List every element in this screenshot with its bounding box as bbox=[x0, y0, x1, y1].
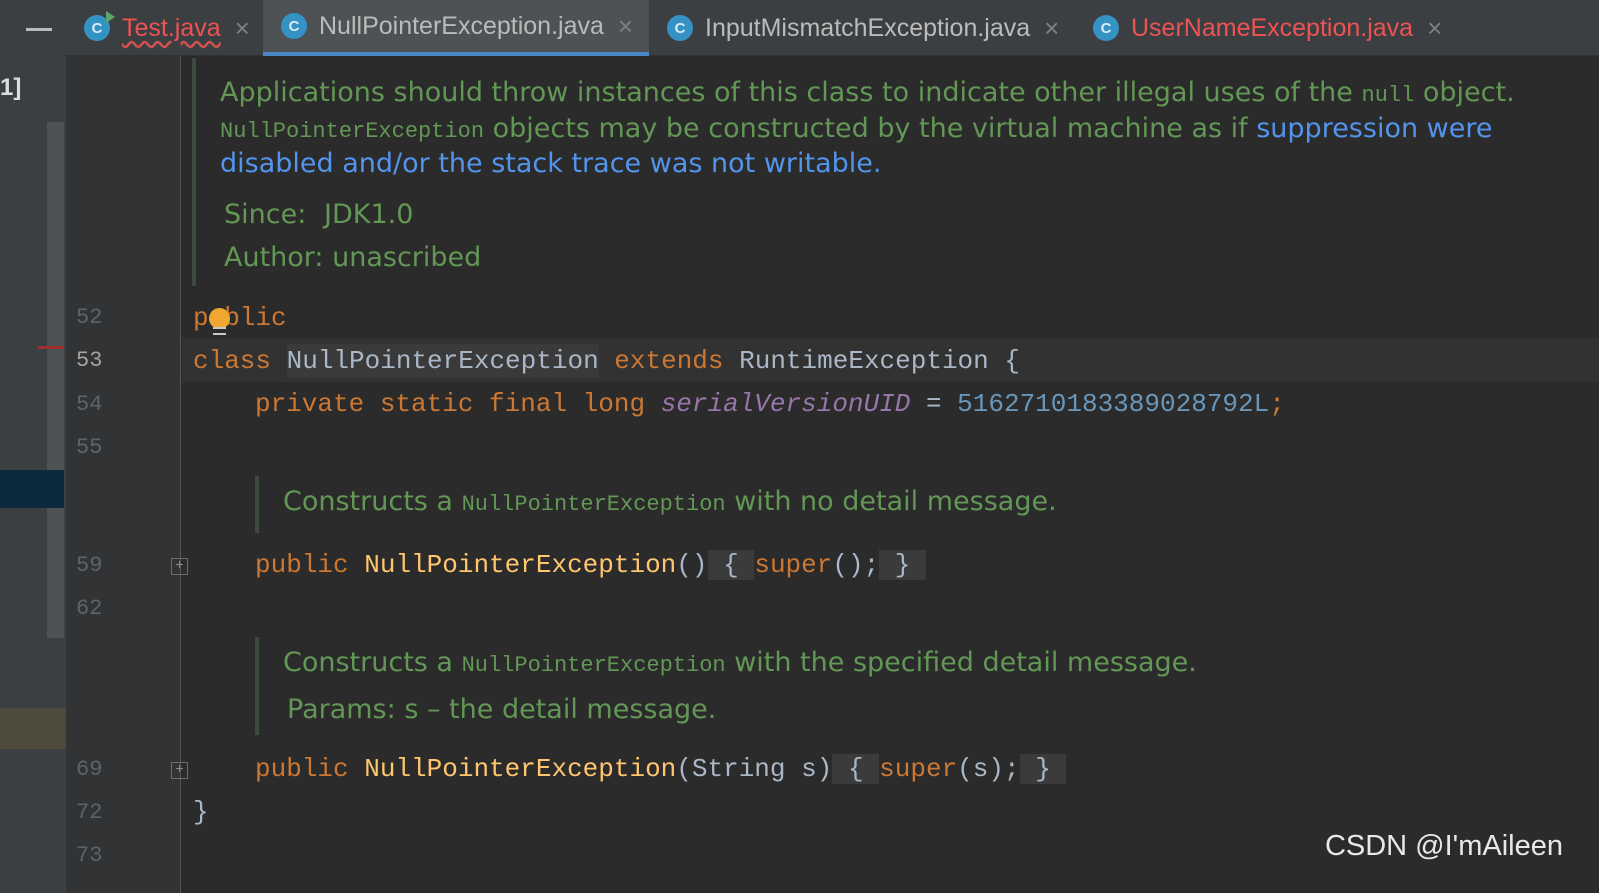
doc-text: with no detail message. bbox=[725, 486, 1057, 517]
params: () bbox=[676, 550, 708, 580]
doc-line: disabled and/or the stack trace was not … bbox=[220, 148, 881, 179]
code-line-72[interactable]: } bbox=[193, 797, 209, 827]
doc-line: Applications should throw instances of t… bbox=[220, 77, 1515, 108]
doc-text: Constructs a bbox=[283, 647, 462, 678]
doc-author: Author: unascribed bbox=[224, 242, 481, 273]
super-class: RuntimeException bbox=[739, 346, 989, 376]
folded-body-end[interactable]: } bbox=[1019, 754, 1067, 784]
brace: { bbox=[1004, 346, 1020, 376]
line-number: 73 bbox=[76, 843, 103, 868]
line-number: 69 bbox=[76, 757, 103, 782]
modifier: public bbox=[255, 550, 349, 580]
java-class-icon: C bbox=[84, 11, 115, 41]
close-icon[interactable]: × bbox=[235, 13, 250, 44]
code-line-69[interactable]: public NullPointerException(String s) { … bbox=[255, 754, 1067, 784]
keyword: extends bbox=[614, 346, 724, 376]
semicolon: ; bbox=[1269, 389, 1285, 419]
line-number: 55 bbox=[76, 435, 103, 460]
doc-since: Since: JDK1.0 bbox=[224, 199, 413, 230]
doc-text: object. bbox=[1414, 77, 1515, 108]
lightbulb-base bbox=[213, 327, 226, 335]
super-args: (s); bbox=[957, 754, 1020, 784]
doc-comment-bar bbox=[255, 476, 259, 533]
code-line-59[interactable]: public NullPointerException() { super();… bbox=[255, 550, 926, 580]
line-number-current: 53 bbox=[76, 348, 103, 373]
left-tool-strip: 1] bbox=[0, 0, 66, 893]
since-value: JDK1.0 bbox=[324, 199, 414, 230]
doc-link[interactable]: suppression were bbox=[1256, 113, 1492, 144]
fold-expand-icon[interactable]: + bbox=[171, 762, 188, 779]
tab-inputmismatchexception-java[interactable]: C InputMismatchException.java × bbox=[649, 0, 1075, 56]
code-line-53[interactable]: class NullPointerException extends Runti… bbox=[193, 344, 1020, 378]
line-number: 52 bbox=[76, 305, 103, 330]
line-number: 59 bbox=[76, 553, 103, 578]
strip-scrollbar[interactable] bbox=[47, 122, 64, 638]
author-value: unascribed bbox=[332, 242, 482, 273]
super-keyword: super bbox=[754, 550, 833, 580]
doc-code: null bbox=[1361, 83, 1415, 108]
doc-code: NullPointerException bbox=[461, 653, 726, 678]
doc-code: NullPointerException bbox=[220, 119, 485, 144]
strip-label: 1] bbox=[0, 74, 22, 101]
modifiers: private static final long bbox=[255, 389, 646, 419]
tab-label: NullPointerException.java bbox=[319, 11, 604, 40]
number-literal: 5162710183389028792L bbox=[957, 389, 1270, 419]
folded-body[interactable]: { bbox=[832, 754, 880, 784]
folded-body-end[interactable]: } bbox=[879, 550, 926, 580]
java-class-icon: C bbox=[1093, 15, 1119, 41]
doc-params: Params: s – the detail message. bbox=[287, 694, 716, 725]
close-icon[interactable]: × bbox=[1044, 13, 1059, 44]
operator: = bbox=[925, 389, 942, 419]
tab-usernameexception-java[interactable]: C UserNameException.java × bbox=[1075, 0, 1475, 56]
doc-text: objects may be constructed by the virtua… bbox=[484, 113, 1257, 144]
doc-comment-bar bbox=[255, 637, 259, 735]
minimize-icon[interactable] bbox=[26, 28, 52, 31]
fold-expand-icon[interactable]: + bbox=[171, 558, 188, 575]
editor-tab-bar: C Test.java × C NullPointerException.jav… bbox=[66, 0, 1599, 56]
error-stripe-marker bbox=[38, 346, 64, 349]
method-name: NullPointerException bbox=[364, 550, 677, 580]
params: (String s) bbox=[676, 754, 833, 784]
class-name: NullPointerException bbox=[286, 344, 599, 378]
doc-code: NullPointerException bbox=[461, 492, 726, 517]
params-label: Params: bbox=[287, 694, 396, 725]
doc-line: NullPointerException objects may be cons… bbox=[220, 113, 1492, 144]
params-value: s – the detail message. bbox=[404, 694, 717, 725]
folded-body[interactable]: { bbox=[707, 550, 755, 580]
code-line-52[interactable]: public bbox=[193, 303, 287, 333]
doc-text: with the specified detail message. bbox=[725, 647, 1197, 678]
tab-label: UserNameException.java bbox=[1131, 13, 1414, 42]
line-number: 62 bbox=[76, 596, 103, 621]
doc-line: Constructs a NullPointerException with t… bbox=[283, 647, 1197, 678]
field-name: serialVersionUID bbox=[660, 389, 911, 419]
line-number: 72 bbox=[76, 800, 103, 825]
keyword: class bbox=[193, 346, 272, 376]
tab-label: Test.java bbox=[122, 13, 221, 42]
run-icon bbox=[106, 11, 115, 23]
super-keyword: super bbox=[879, 754, 958, 784]
tab-test-java[interactable]: C Test.java × bbox=[66, 0, 263, 56]
author-label: Author: bbox=[224, 242, 324, 273]
doc-comment-bar bbox=[192, 58, 196, 286]
close-icon[interactable]: × bbox=[618, 11, 633, 42]
doc-text: Applications should throw instances of t… bbox=[220, 77, 1353, 108]
tab-label: InputMismatchException.java bbox=[705, 13, 1031, 42]
since-label: Since: bbox=[224, 199, 307, 230]
method-name: NullPointerException bbox=[364, 754, 677, 784]
line-number: 54 bbox=[76, 392, 103, 417]
super-args: (); bbox=[832, 550, 880, 580]
doc-link[interactable]: disabled and/or the stack trace was not … bbox=[220, 148, 881, 179]
java-class-icon: C bbox=[667, 15, 693, 41]
strip-highlight-marker bbox=[0, 708, 66, 749]
doc-line: Constructs a NullPointerException with n… bbox=[283, 486, 1057, 517]
lightbulb-icon[interactable] bbox=[209, 308, 230, 329]
code-line-54[interactable]: private static final long serialVersionU… bbox=[255, 389, 1285, 419]
strip-selection-marker bbox=[0, 470, 64, 508]
close-icon[interactable]: × bbox=[1427, 13, 1442, 44]
tab-nullpointerexception-java[interactable]: C NullPointerException.java × bbox=[263, 0, 649, 56]
doc-text: Constructs a bbox=[283, 486, 462, 517]
modifier: public bbox=[255, 754, 349, 784]
watermark: CSDN @I'mAileen bbox=[1324, 830, 1563, 862]
java-class-icon: C bbox=[281, 13, 307, 39]
